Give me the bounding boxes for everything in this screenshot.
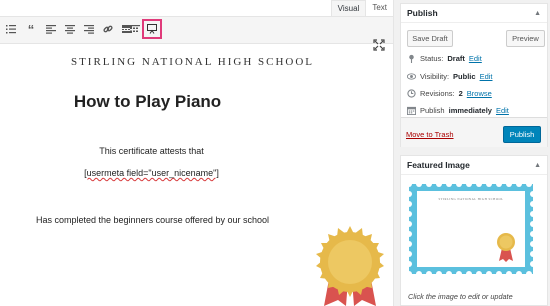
editor-content[interactable]: STIRLING NATIONAL HIGH SCHOOL How to Pla… bbox=[0, 44, 393, 306]
publish-heading: Publish bbox=[407, 8, 438, 18]
pin-icon bbox=[409, 54, 414, 63]
publish-box: Publish ▲ Save Draft Preview Status: Dra… bbox=[400, 3, 548, 147]
status-label: Status: bbox=[420, 54, 444, 63]
browse-revisions-link[interactable]: Browse bbox=[467, 89, 492, 98]
link-icon[interactable] bbox=[101, 22, 115, 36]
featured-image-box: Featured Image ▲ STIRLING NATIONAL HIGH … bbox=[400, 155, 548, 306]
school-name: STIRLING NATIONAL HIGH SCHOOL bbox=[70, 56, 315, 68]
visibility-value: Public bbox=[453, 72, 476, 81]
tab-text[interactable]: Text bbox=[366, 0, 393, 16]
shortcode: [usermeta field="user_nicename"] bbox=[84, 168, 219, 178]
edit-visibility-link[interactable]: Edit bbox=[480, 72, 493, 81]
calendar-icon bbox=[407, 106, 416, 115]
seal-icon bbox=[316, 226, 384, 306]
status-value: Draft bbox=[447, 54, 465, 63]
certificate-preview-icon[interactable] bbox=[145, 22, 159, 36]
preview-button[interactable]: Preview bbox=[506, 30, 545, 47]
certificate-title: How to Play Piano bbox=[73, 92, 222, 111]
collapse-caret-icon[interactable]: ▲ bbox=[534, 10, 541, 17]
revisions-label: Revisions: bbox=[420, 89, 455, 98]
editor-mode-tabs: Visual Text bbox=[330, 0, 393, 16]
list-icon[interactable] bbox=[4, 22, 18, 36]
publish-actions: Move to Trash Publish bbox=[401, 117, 547, 147]
align-center-icon[interactable] bbox=[63, 22, 77, 36]
post-editor: Visual Text “ STIRLING NATIONAL HIGH SCH… bbox=[0, 0, 394, 306]
schedule-row: Publish immediately Edit bbox=[407, 106, 509, 115]
save-draft-button[interactable]: Save Draft bbox=[407, 30, 453, 47]
visibility-row: Visibility: Public Edit bbox=[407, 72, 493, 81]
edit-schedule-link[interactable]: Edit bbox=[496, 106, 509, 115]
status-row: Status: Draft Edit bbox=[407, 54, 482, 63]
featured-image-header[interactable]: Featured Image ▲ bbox=[401, 156, 547, 175]
align-left-icon[interactable] bbox=[44, 22, 58, 36]
revisions-row: Revisions: 2 Browse bbox=[407, 89, 492, 98]
align-right-icon[interactable] bbox=[82, 22, 96, 36]
attests-text: This certificate attests that bbox=[99, 146, 204, 156]
editor-toolbar: “ bbox=[0, 16, 393, 51]
schedule-label: Publish bbox=[420, 106, 445, 115]
completed-text: Has completed the beginners course offer… bbox=[36, 215, 269, 225]
featured-image-heading: Featured Image bbox=[407, 160, 470, 170]
thumbnail-school-name: STIRLING NATIONAL HIGH SCHOOL bbox=[439, 197, 504, 201]
move-to-trash-link[interactable]: Move to Trash bbox=[406, 130, 454, 139]
eye-icon bbox=[407, 73, 416, 80]
featured-image-caption: Click the image to edit or update bbox=[408, 292, 513, 301]
publish-button[interactable]: Publish bbox=[503, 126, 541, 143]
revisions-value: 2 bbox=[458, 89, 463, 98]
edit-status-link[interactable]: Edit bbox=[469, 54, 482, 63]
toolbar-toggle-icon[interactable] bbox=[128, 22, 142, 36]
featured-image-thumbnail[interactable]: STIRLING NATIONAL HIGH SCHOOL bbox=[409, 184, 533, 274]
tab-visual[interactable]: Visual bbox=[330, 0, 367, 16]
shortcode-text: [usermeta field="user_nicename"] bbox=[0, 168, 303, 178]
schedule-value: immediately bbox=[448, 106, 492, 115]
collapse-caret-icon[interactable]: ▲ bbox=[534, 162, 541, 169]
blockquote-icon[interactable]: “ bbox=[24, 22, 38, 37]
revisions-icon bbox=[407, 89, 416, 98]
visibility-label: Visibility: bbox=[420, 72, 450, 81]
publish-header[interactable]: Publish ▲ bbox=[401, 4, 547, 23]
